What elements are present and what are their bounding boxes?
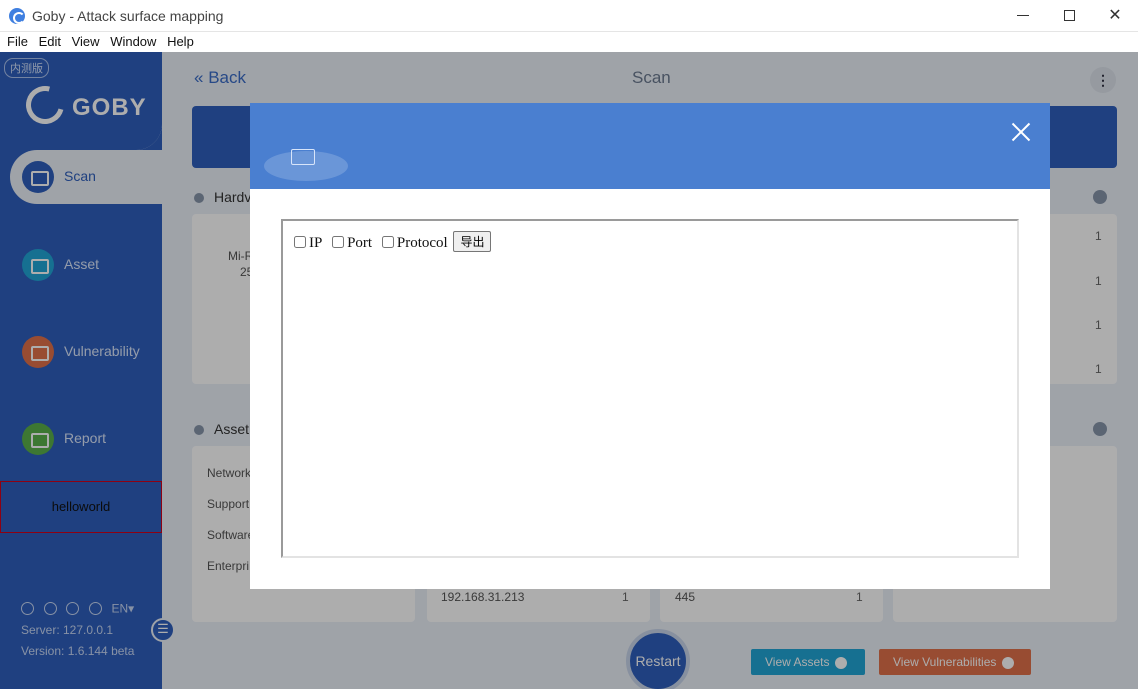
maximize-button[interactable] bbox=[1046, 0, 1092, 32]
ip-checkbox-label[interactable]: IP bbox=[309, 235, 322, 251]
menu-edit[interactable]: Edit bbox=[39, 32, 61, 52]
close-icon[interactable] bbox=[1010, 121, 1032, 143]
window-title: Goby - Attack surface mapping bbox=[32, 8, 224, 24]
close-window-button[interactable]: ✕ bbox=[1092, 0, 1138, 32]
minimize-icon bbox=[1017, 15, 1029, 17]
menu-window[interactable]: Window bbox=[110, 32, 156, 52]
port-checkbox[interactable] bbox=[332, 236, 345, 248]
maximize-icon bbox=[1063, 10, 1075, 22]
monitor-icon bbox=[291, 149, 315, 165]
protocol-checkbox-label[interactable]: Protocol bbox=[397, 235, 448, 251]
menu-bar: File Edit View Window Help bbox=[0, 32, 1138, 52]
export-button[interactable]: 导出 bbox=[453, 231, 492, 252]
ip-checkbox[interactable] bbox=[294, 236, 306, 248]
goby-app-icon bbox=[9, 8, 25, 24]
minimize-button[interactable] bbox=[1000, 0, 1046, 32]
title-bar: Goby - Attack surface mapping ✕ bbox=[0, 0, 1138, 32]
port-checkbox-label[interactable]: Port bbox=[347, 235, 372, 251]
menu-view[interactable]: View bbox=[72, 32, 100, 52]
protocol-checkbox[interactable] bbox=[381, 236, 394, 248]
export-modal: IP Port Protocol 导出 bbox=[250, 103, 1050, 589]
menu-file[interactable]: File bbox=[7, 32, 28, 52]
plugin-iframe: IP Port Protocol 导出 bbox=[281, 219, 1019, 558]
menu-help[interactable]: Help bbox=[167, 32, 194, 52]
export-options: IP Port Protocol 导出 bbox=[294, 231, 492, 252]
close-icon: ✕ bbox=[1108, 7, 1122, 24]
modal-header bbox=[250, 103, 1050, 189]
